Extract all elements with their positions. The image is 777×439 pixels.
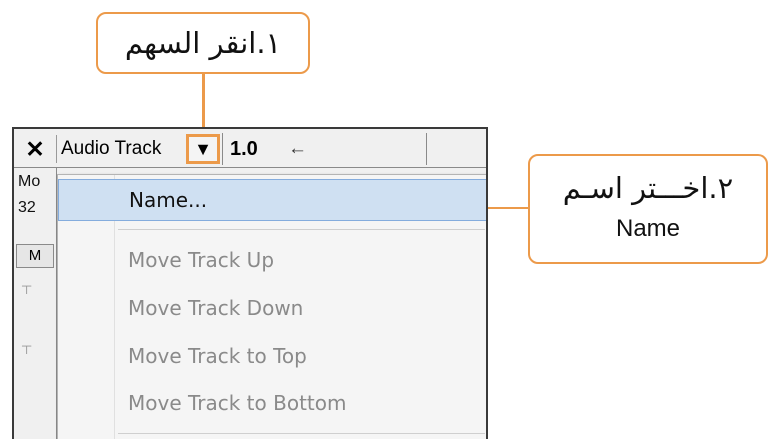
menu-item-move-track-to-top[interactable]: Move Track to Top [58, 333, 486, 379]
step2-callout-text: ٢.اخـــتر اسـم [562, 171, 734, 205]
menu-item-move-track-to-bottom[interactable]: Move Track to Bottom [58, 380, 486, 426]
header-divider [222, 133, 223, 165]
menu-item-move-track-down[interactable]: Move Track Down [58, 285, 486, 331]
slider-mark-icon: ┬ [22, 278, 32, 293]
slider-mark-icon: ┬ [22, 338, 32, 353]
track-name-button[interactable]: Audio Track [56, 135, 186, 163]
step1-connector [202, 74, 205, 128]
track-control-header: ✕ Audio Track ▼ 1.0 ← [14, 129, 486, 168]
step1-callout-text: ١.انقر السهم [124, 26, 282, 60]
menu-item-move-track-up[interactable]: Move Track Up [58, 237, 486, 283]
step2-callout-subtext: Name [615, 215, 681, 242]
header-divider [426, 133, 427, 165]
menu-separator [118, 433, 485, 434]
step2-callout: ٢.اخـــتر اسـم Name [528, 154, 768, 264]
audio-track-panel: ✕ Audio Track ▼ 1.0 ← Mo 32 M ┬ ┬ Name..… [12, 127, 488, 439]
mute-button[interactable]: M [16, 244, 54, 268]
step1-callout: ١.انقر السهم [96, 12, 310, 74]
track-dropdown-menu: Name... Move Track Up Move Track Down Mo… [57, 174, 486, 439]
menu-item-name[interactable]: Name... [58, 179, 486, 221]
left-arrow-icon: ← [288, 138, 307, 159]
side-panel-text: 32 [18, 199, 36, 216]
menu-separator [118, 229, 485, 230]
side-panel-text: Mo [18, 173, 41, 190]
track-menu-dropdown-icon[interactable]: ▼ [186, 134, 220, 164]
track-gain-value: 1.0 [230, 138, 258, 160]
close-track-button[interactable]: ✕ [18, 134, 52, 164]
track-side-panel: Mo 32 M ┬ ┬ [14, 168, 57, 439]
